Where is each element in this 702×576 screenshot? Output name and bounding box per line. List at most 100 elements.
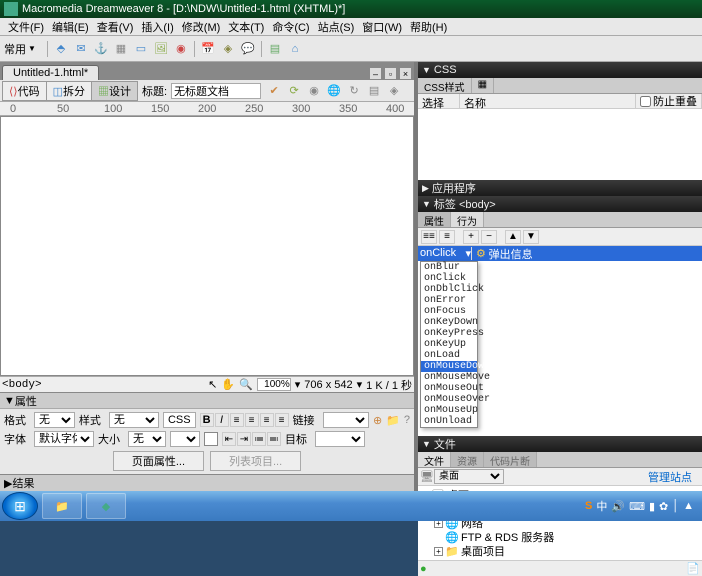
color-swatch[interactable]	[204, 432, 218, 446]
move-up-icon[interactable]: ▲	[505, 230, 521, 244]
css-button[interactable]: CSS	[163, 412, 196, 428]
date-icon[interactable]: 📅	[199, 40, 217, 58]
image-icon[interactable]: 🖼	[152, 40, 170, 58]
event-option[interactable]: onMouseMove	[421, 372, 477, 383]
validate-icon[interactable]: ⟳	[285, 82, 303, 100]
event-option[interactable]: onKeyDown	[421, 317, 477, 328]
css-style-list[interactable]	[418, 109, 702, 180]
behaviors-list[interactable]: onClick▾ ⚙ 弹出信息 onBluronClickonDblClicko…	[418, 246, 702, 404]
event-option[interactable]: onClick	[421, 273, 477, 284]
start-button[interactable]: ⊞	[2, 492, 38, 520]
align-center-icon[interactable]: ≡	[245, 413, 259, 427]
menu-file[interactable]: 文件(F)	[4, 19, 48, 35]
preview-icon[interactable]: 🌐	[325, 82, 343, 100]
bold-icon[interactable]: B	[200, 413, 214, 427]
title-input[interactable]	[171, 83, 261, 99]
event-dropdown[interactable]: onBluronClickonDblClickonErroronFocusonK…	[420, 261, 478, 428]
menu-site[interactable]: 站点(S)	[314, 19, 359, 35]
show-set-events-icon[interactable]: ≡≡	[421, 230, 437, 244]
templates-icon[interactable]: ▤	[266, 40, 284, 58]
menu-edit[interactable]: 编辑(E)	[48, 19, 93, 35]
design-canvas[interactable]	[0, 116, 414, 376]
prevent-overlap-checkbox[interactable]: 防止重叠	[636, 94, 702, 108]
comment-icon[interactable]: 💬	[239, 40, 257, 58]
event-option[interactable]: onBlur	[421, 262, 477, 273]
view-options-icon[interactable]: ▤	[365, 82, 383, 100]
task-explorer[interactable]: 📁	[42, 493, 82, 519]
menu-modify[interactable]: 修改(M)	[178, 19, 225, 35]
tree-item[interactable]: 🌐FTP & RDS 服务器	[420, 530, 700, 544]
move-down-icon[interactable]: ▼	[523, 230, 539, 244]
format-select[interactable]: 无	[34, 412, 75, 428]
manage-sites-link[interactable]: 管理站点	[648, 469, 700, 485]
email-link-icon[interactable]: ✉	[72, 40, 90, 58]
document-tab[interactable]: Untitled-1.html*	[2, 65, 99, 80]
action-cell[interactable]: ⚙ 弹出信息	[472, 246, 702, 262]
show-all-events-icon[interactable]: ≡	[439, 230, 455, 244]
behaviors-tab[interactable]: 行为	[451, 212, 484, 227]
refresh-icon[interactable]: ↻	[345, 82, 363, 100]
event-option[interactable]: onMouseOut	[421, 383, 477, 394]
expand-icon[interactable]: +	[434, 547, 443, 556]
tray-sound-icon[interactable]: 🔊	[611, 500, 625, 513]
quick-tag-icon[interactable]: ?	[404, 414, 410, 426]
event-option[interactable]: onMouseDown	[421, 361, 477, 372]
menu-text[interactable]: 文本(T)	[224, 19, 268, 35]
hyperlink-icon[interactable]: ⬘	[52, 40, 70, 58]
align-left-icon[interactable]: ≡	[230, 413, 244, 427]
css-styles-tab[interactable]: CSS样式	[418, 78, 472, 93]
css-layers-tab[interactable]: ▦	[472, 78, 494, 93]
event-option[interactable]: onError	[421, 295, 477, 306]
select-tool-icon[interactable]: ↖	[208, 378, 217, 391]
outdent-icon[interactable]: ⇤	[222, 432, 236, 446]
tray-keyboard-icon[interactable]: ⌨	[629, 500, 645, 513]
doc-close-icon[interactable]: ×	[399, 67, 412, 80]
tray-ime-icon[interactable]: 中	[596, 498, 607, 514]
snippets-tab[interactable]: 代码片断	[484, 452, 537, 467]
menu-view[interactable]: 查看(V)	[93, 19, 138, 35]
size-unit-select[interactable]	[170, 431, 200, 447]
style-select[interactable]: 无	[109, 412, 159, 428]
indent-icon[interactable]: ⇥	[237, 432, 251, 446]
menu-help[interactable]: 帮助(H)	[406, 19, 451, 35]
event-option[interactable]: onLoad	[421, 350, 477, 361]
italic-icon[interactable]: I	[215, 413, 229, 427]
insert-category[interactable]: 常用▼	[4, 41, 36, 57]
tray-expand-icon[interactable]: ▲	[683, 500, 694, 512]
attributes-tab[interactable]: 属性	[418, 212, 451, 227]
align-right-icon[interactable]: ≡	[260, 413, 274, 427]
split-view-button[interactable]: ◫拆分	[47, 82, 92, 100]
visual-aids-icon[interactable]: ◈	[385, 82, 403, 100]
tray-tool-icon[interactable]: ✿	[659, 500, 668, 513]
add-behavior-icon[interactable]: +	[463, 230, 479, 244]
tags-panel-header[interactable]: ▼标签 <body>	[418, 196, 702, 212]
browse-file-icon[interactable]: 📁	[386, 414, 400, 427]
event-option[interactable]: onMouseOver	[421, 394, 477, 405]
tree-item[interactable]: +📁桌面项目	[420, 544, 700, 558]
window-size[interactable]: 706 x 542	[304, 379, 352, 391]
menu-insert[interactable]: 插入(I)	[137, 19, 177, 35]
behavior-row-selected[interactable]: onClick▾ ⚙ 弹出信息	[418, 246, 702, 261]
link-select[interactable]	[323, 412, 369, 428]
site-select[interactable]: 桌面	[434, 469, 504, 484]
file-mgmt-icon[interactable]: ◉	[305, 82, 323, 100]
doc-restore-icon[interactable]: ▫	[384, 67, 397, 80]
zoom-tool-icon[interactable]: 🔍	[239, 378, 253, 391]
event-option[interactable]: onUnload	[421, 416, 477, 427]
check-browser-icon[interactable]: ✔	[265, 82, 283, 100]
media-icon[interactable]: ◉	[172, 40, 190, 58]
page-properties-button[interactable]: 页面属性...	[113, 451, 204, 471]
tag-selector[interactable]: <body>	[2, 379, 42, 391]
point-to-file-icon[interactable]: ⊕	[373, 414, 382, 427]
ol-icon[interactable]: ≕	[267, 432, 281, 446]
assets-tab[interactable]: 资源	[451, 452, 484, 467]
font-select[interactable]: 默认字体	[34, 431, 94, 447]
tray-sogou-icon[interactable]: S	[585, 500, 592, 512]
remove-behavior-icon[interactable]: −	[481, 230, 497, 244]
log-icon[interactable]: 📄	[686, 562, 700, 575]
ul-icon[interactable]: ≔	[252, 432, 266, 446]
css-panel-header[interactable]: ▼CSS	[418, 62, 702, 78]
code-view-button[interactable]: ⟨⟩代码	[3, 82, 47, 100]
hand-tool-icon[interactable]: ✋	[221, 378, 235, 391]
div-icon[interactable]: ▭	[132, 40, 150, 58]
